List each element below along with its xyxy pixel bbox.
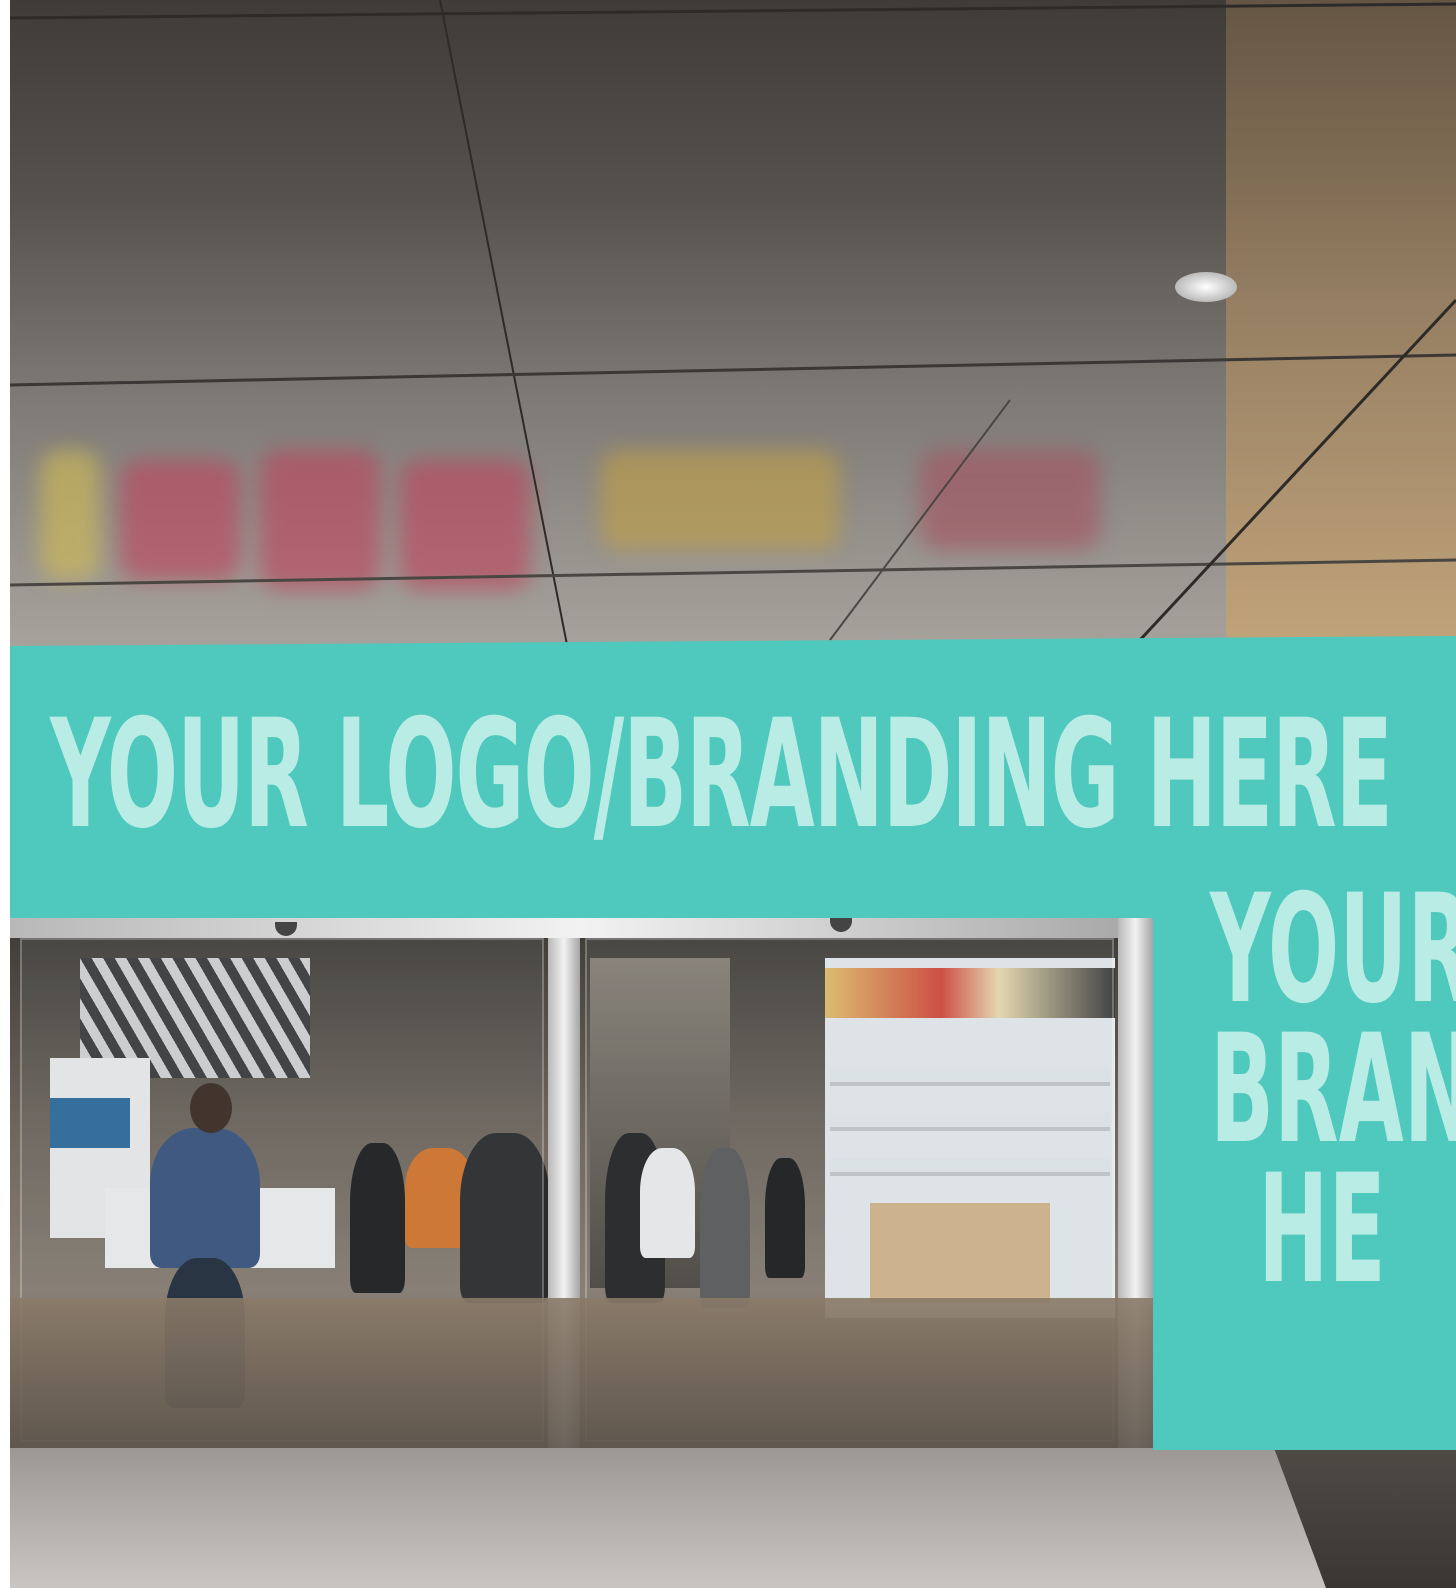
side-banner-line: BRAN	[1210, 1003, 1456, 1177]
entrance-interior	[10, 910, 1153, 1448]
photo-scene: YOUR LOGO/BRANDING HERE YOUR BRAN HE	[10, 0, 1456, 1588]
side-banner-text: YOUR BRAN HE	[1210, 863, 1456, 1317]
side-banner-line: YOUR	[1210, 863, 1456, 1037]
interior-floor	[10, 1298, 1153, 1448]
ceiling-panel-lines	[10, 0, 1456, 660]
floor	[10, 1448, 1456, 1588]
top-banner-text: YOUR LOGO/BRANDING HERE	[50, 690, 1393, 860]
side-banner-line: HE	[1258, 1143, 1386, 1317]
